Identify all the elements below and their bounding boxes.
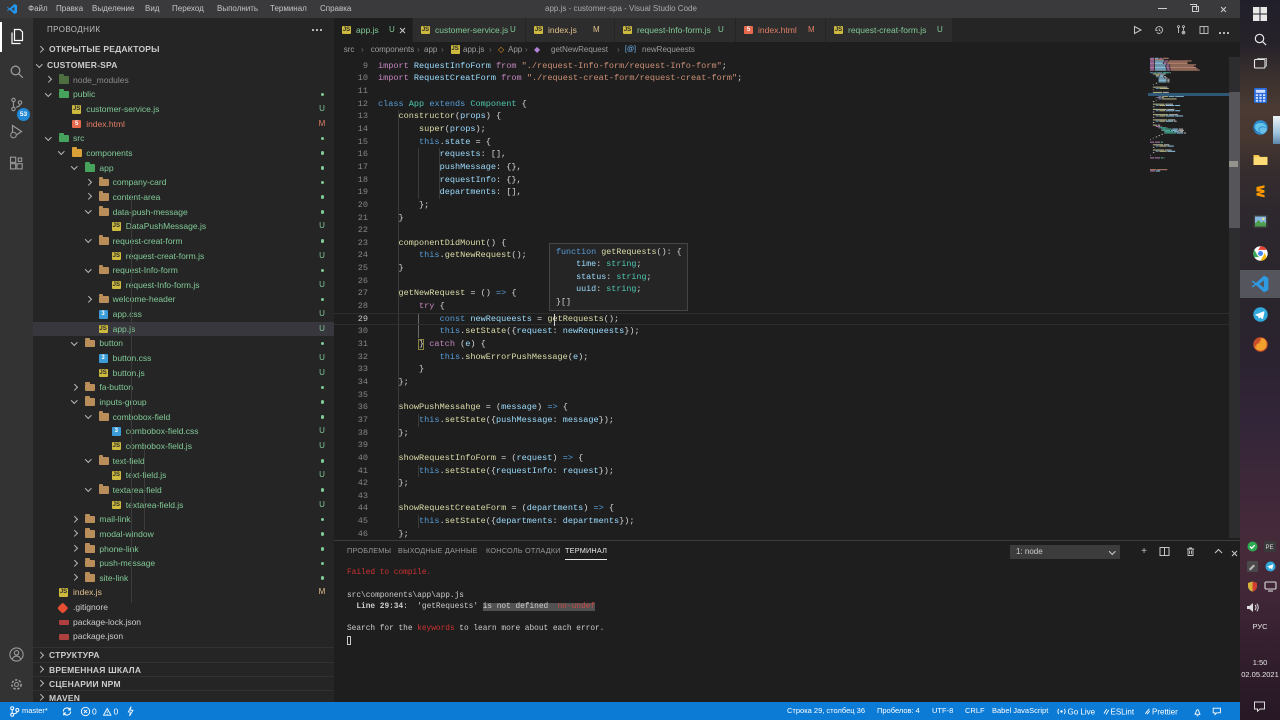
svg-text:0: 0 bbox=[92, 706, 97, 716]
svg-text:Prettier: Prettier bbox=[1152, 707, 1178, 716]
svg-text:PE: PE bbox=[1266, 545, 1274, 551]
svg-text:0: 0 bbox=[114, 706, 119, 716]
svg-text:ESLint: ESLint bbox=[1111, 707, 1135, 716]
svg-text:Go Live: Go Live bbox=[1068, 707, 1096, 716]
